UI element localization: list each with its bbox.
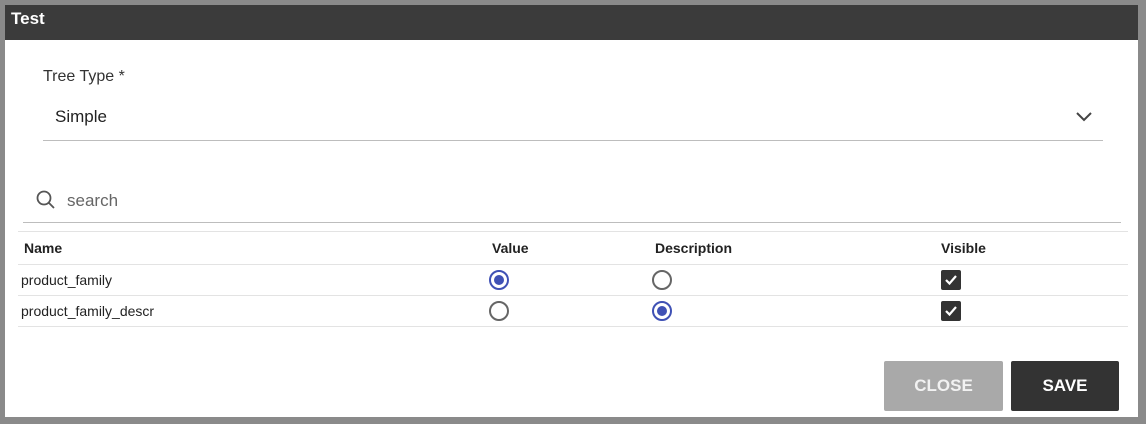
fields-table: Name Value Description Visible product_f… — [18, 231, 1128, 327]
column-header-description: Description — [655, 231, 941, 265]
chevron-down-icon — [1076, 112, 1092, 122]
value-radio[interactable] — [489, 270, 509, 290]
row-name: product_family — [18, 264, 492, 296]
search-icon — [36, 190, 55, 209]
table-header-row: Name Value Description Visible — [18, 231, 1128, 265]
visible-checkbox[interactable] — [941, 270, 961, 290]
check-icon — [945, 306, 957, 317]
close-button[interactable]: CLOSE — [884, 361, 1003, 411]
visible-checkbox[interactable] — [941, 301, 961, 321]
description-radio[interactable] — [652, 270, 672, 290]
dialog: Test Tree Type * Simple Name Value Descr… — [5, 5, 1138, 417]
row-name: product_family_descr — [18, 295, 492, 327]
description-radio[interactable] — [652, 301, 672, 321]
column-header-name: Name — [18, 231, 492, 265]
tree-type-value: Simple — [55, 107, 107, 126]
column-header-visible: Visible — [941, 231, 1128, 265]
search-input[interactable] — [65, 186, 669, 216]
tree-type-select[interactable]: Simple — [43, 97, 1103, 141]
table-row: product_family_descr — [18, 295, 1128, 327]
table-row: product_family — [18, 264, 1128, 296]
tree-type-label: Tree Type * — [43, 68, 125, 85]
value-radio[interactable] — [489, 301, 509, 321]
search-bar — [23, 180, 1121, 223]
dialog-title: Test — [5, 5, 1138, 40]
check-icon — [945, 275, 957, 286]
column-header-value: Value — [492, 231, 655, 265]
save-button[interactable]: SAVE — [1011, 361, 1119, 411]
